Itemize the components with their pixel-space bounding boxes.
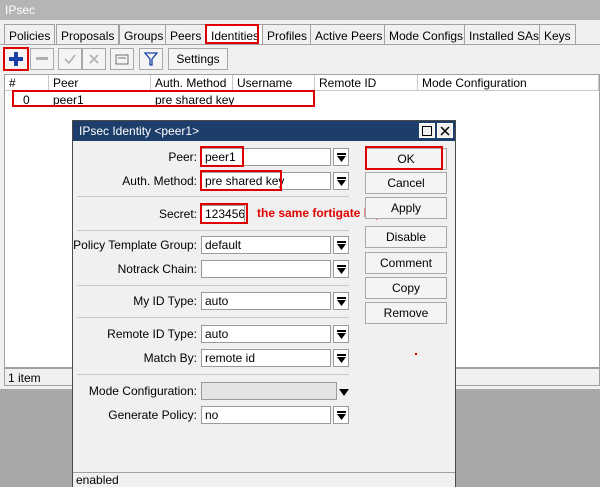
annotation-text: the same fortigate hq xyxy=(257,206,379,220)
remote-id-type-select[interactable]: auto xyxy=(201,325,331,343)
generate-policy-select[interactable]: no xyxy=(201,406,331,424)
separator xyxy=(77,317,349,318)
minus-icon xyxy=(36,57,48,60)
ipsec-identity-dialog: IPsec Identity <peer1> Peer: peer1 Auth.… xyxy=(72,120,456,487)
chevron-down-icon xyxy=(336,296,346,306)
chevron-down-icon xyxy=(336,152,346,162)
identities-tab-highlight xyxy=(205,24,259,44)
column-header-peer[interactable]: Peer xyxy=(49,75,151,91)
column-header-num[interactable]: # xyxy=(5,75,49,91)
column-header-username[interactable]: Username xyxy=(233,75,315,91)
peer-highlight xyxy=(200,146,244,167)
dialog-status: enabled xyxy=(73,472,455,487)
chevron-down-icon xyxy=(336,176,346,186)
comment-toolbar-button[interactable] xyxy=(110,48,134,70)
notrack-chain-select[interactable] xyxy=(201,260,331,278)
disable-button[interactable]: Disable xyxy=(365,226,447,248)
enable-button[interactable] xyxy=(58,48,82,70)
remove-toolbar-button[interactable] xyxy=(30,48,54,70)
column-header-remote-id[interactable]: Remote ID xyxy=(315,75,418,91)
secret-highlight xyxy=(200,203,248,224)
my-id-type-dropdown[interactable] xyxy=(333,292,349,310)
my-id-type-select[interactable]: auto xyxy=(201,292,331,310)
peer-dropdown[interactable] xyxy=(333,148,349,166)
disable-toolbar-button[interactable] xyxy=(82,48,106,70)
tab-proposals[interactable]: Proposals xyxy=(56,24,120,44)
note-icon xyxy=(115,54,129,65)
secret-label: Secret: xyxy=(158,207,197,221)
policy-template-group-dropdown[interactable] xyxy=(333,236,349,254)
check-icon xyxy=(64,54,76,65)
mode-configuration-expand[interactable] xyxy=(339,386,349,396)
chevron-down-icon xyxy=(336,240,346,250)
tab-keys[interactable]: Keys xyxy=(539,24,576,44)
chevron-down-icon xyxy=(336,410,346,420)
remote-id-type-dropdown[interactable] xyxy=(333,325,349,343)
mode-configuration-select[interactable] xyxy=(201,382,337,400)
row-remote-id xyxy=(315,92,319,108)
tab-divider xyxy=(0,44,600,45)
tab-mode-configs[interactable]: Mode Configs xyxy=(384,24,469,44)
tab-groups[interactable]: Groups xyxy=(119,24,169,44)
stray-dot xyxy=(415,353,417,355)
policy-template-group-select[interactable]: default xyxy=(201,236,331,254)
peer-label: Peer: xyxy=(168,150,197,164)
tab-policies[interactable]: Policies xyxy=(4,24,56,44)
funnel-icon xyxy=(144,52,158,66)
auth-method-highlight xyxy=(200,170,282,191)
apply-button[interactable]: Apply xyxy=(365,197,447,219)
maximize-icon xyxy=(422,125,432,136)
match-by-label: Match By: xyxy=(143,351,197,365)
close-icon xyxy=(440,125,450,136)
triangle-down-icon xyxy=(339,389,349,396)
row-highlight xyxy=(12,90,315,107)
remove-button[interactable]: Remove xyxy=(365,302,447,324)
row-mode-config xyxy=(418,92,422,108)
notrack-chain-label: Notrack Chain: xyxy=(117,262,197,276)
my-id-type-label: My ID Type: xyxy=(133,294,197,308)
tab-peers[interactable]: Peers xyxy=(165,24,207,44)
tab-installed-sas[interactable]: Installed SAs xyxy=(464,24,545,44)
maximize-button[interactable] xyxy=(419,123,435,138)
separator xyxy=(77,374,349,375)
settings-button[interactable]: Settings xyxy=(168,48,228,70)
dialog-title: IPsec Identity <peer1> xyxy=(73,121,455,141)
separator xyxy=(77,230,349,231)
chevron-down-icon xyxy=(336,353,346,363)
remote-id-type-label: Remote ID Type: xyxy=(107,327,197,341)
policy-template-group-label: Policy Template Group: xyxy=(73,238,197,252)
auth-method-label: Auth. Method: xyxy=(122,174,197,188)
match-by-dropdown[interactable] xyxy=(333,349,349,367)
auth-method-dropdown[interactable] xyxy=(333,172,349,190)
column-header-auth-method[interactable]: Auth. Method xyxy=(151,75,233,91)
mode-configuration-label: Mode Configuration: xyxy=(88,384,197,398)
cancel-button[interactable]: Cancel xyxy=(365,172,447,194)
chevron-down-icon xyxy=(336,329,346,339)
close-button[interactable] xyxy=(437,123,453,138)
ok-button-highlight xyxy=(365,146,443,170)
generate-policy-label: Generate Policy: xyxy=(108,408,197,422)
tab-active-peers[interactable]: Active Peers xyxy=(310,24,388,44)
generate-policy-dropdown[interactable] xyxy=(333,406,349,424)
separator xyxy=(77,196,349,197)
filter-button[interactable] xyxy=(139,48,163,70)
comment-button[interactable]: Comment xyxy=(365,252,447,274)
x-icon xyxy=(89,54,99,64)
column-header-mode-configuration[interactable]: Mode Configuration xyxy=(418,75,599,91)
add-button-highlight xyxy=(3,47,29,71)
tab-profiles[interactable]: Profiles xyxy=(262,24,313,44)
chevron-down-icon xyxy=(336,264,346,274)
match-by-select[interactable]: remote id xyxy=(201,349,331,367)
window-title: IPsec xyxy=(0,0,600,20)
separator xyxy=(77,285,349,286)
notrack-chain-dropdown[interactable] xyxy=(333,260,349,278)
copy-button[interactable]: Copy xyxy=(365,277,447,299)
